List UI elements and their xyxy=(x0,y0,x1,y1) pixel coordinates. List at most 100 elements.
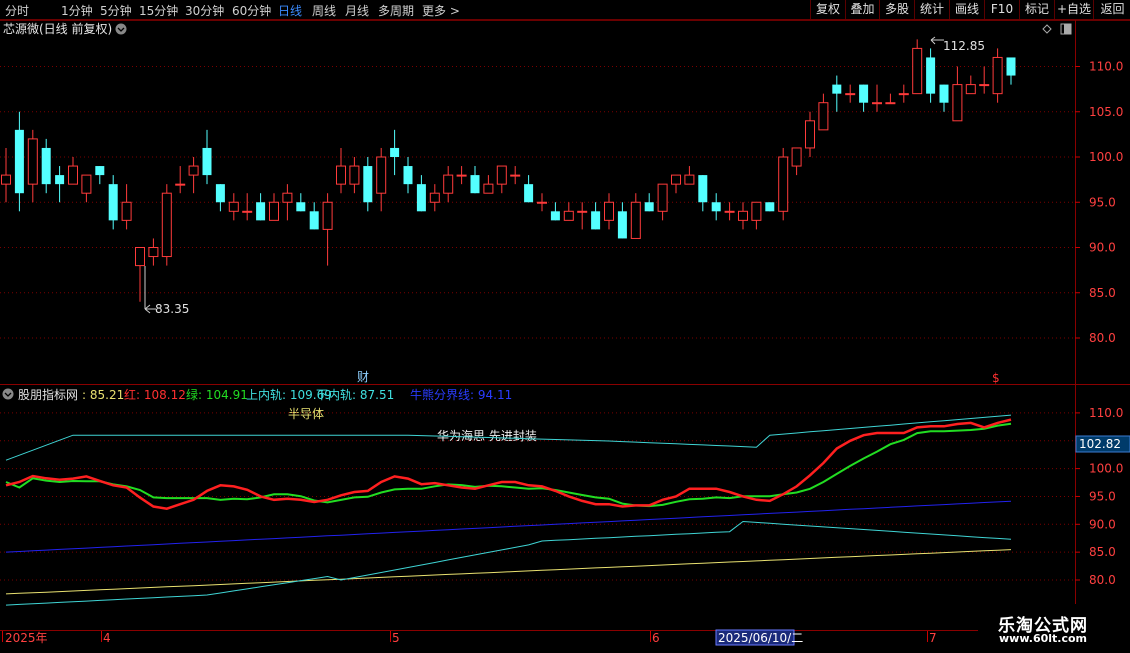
candle-body-up xyxy=(738,210,748,221)
price-axis-label: 100.0 xyxy=(1089,150,1123,164)
restore-rights-button[interactable]: 复权 xyxy=(810,0,845,19)
candle-body-up xyxy=(577,210,588,213)
diamond-icon[interactable] xyxy=(1042,24,1052,34)
candle-body-up xyxy=(778,156,789,212)
period-tab-30min[interactable]: 30分钟 xyxy=(185,2,224,19)
candle-body-up xyxy=(912,47,923,95)
candle-body-down xyxy=(256,202,266,221)
candlesticks xyxy=(1,39,1016,302)
price-axis-label: 85.0 xyxy=(1089,286,1116,300)
time-label-year: 2025年 xyxy=(5,631,48,645)
candle-body-up xyxy=(135,247,145,267)
time-cursor-label: 2025/06/10/二 xyxy=(718,631,803,645)
indicator-dropdown-icon[interactable] xyxy=(2,388,14,400)
period-toolbar: 分时 1分钟 5分钟 15分钟 30分钟 60分钟 日线 周线 月线 多周期 更… xyxy=(0,0,1130,20)
indicator-line-bull-bear-divider xyxy=(5,500,1012,553)
candle-body-up xyxy=(671,174,681,185)
price-axis-label: 90.0 xyxy=(1089,241,1116,255)
candle-body-up xyxy=(27,138,38,185)
candle-body-down xyxy=(698,175,708,203)
time-axis: 2025年 4 5 6 7 2025/06/10/二 xyxy=(2,629,937,646)
indicator-text-sector: 半导体 xyxy=(288,407,324,421)
draw-line-button[interactable]: 画线 xyxy=(949,0,984,19)
statistics-button[interactable]: 统计 xyxy=(914,0,949,19)
time-label-jun: 6 xyxy=(652,631,660,645)
period-tab-monthly[interactable]: 月线 xyxy=(345,2,369,19)
candle-body-up xyxy=(121,201,132,221)
candle-body-down xyxy=(617,211,627,239)
candle-body-up xyxy=(443,174,454,194)
price-axis-labels: 110.0 105.0 100.0 95.0 90.0 85.0 80.0 xyxy=(1089,60,1123,346)
multi-stock-button[interactable]: 多股 xyxy=(879,0,914,19)
candle-body-up xyxy=(965,84,976,95)
candle-body-up xyxy=(228,201,239,212)
candle-body-down xyxy=(296,202,306,212)
candle-body-up xyxy=(751,201,762,221)
dividend-marker[interactable]: $ xyxy=(992,371,1000,385)
candle-body-down xyxy=(95,166,105,176)
indicator-text-concepts: 华为海思 先进封装 xyxy=(437,428,537,443)
candle-body-up xyxy=(269,201,279,221)
time-label-apr: 4 xyxy=(103,631,111,645)
period-tab-60min[interactable]: 60分钟 xyxy=(232,2,271,19)
candle-body-up xyxy=(161,192,172,258)
candle-body-down xyxy=(591,211,601,230)
financial-report-marker[interactable]: 财 xyxy=(357,370,369,384)
candle-body-up xyxy=(429,192,440,203)
period-tab-more[interactable]: 更多 > xyxy=(422,2,460,19)
candle-body-down xyxy=(41,147,51,185)
period-tab-multi[interactable]: 多周期 xyxy=(378,2,414,19)
candle-body-up xyxy=(952,84,963,122)
candle-body-up xyxy=(657,183,668,212)
period-tab-weekly[interactable]: 周线 xyxy=(312,2,336,19)
candle-body-up xyxy=(483,183,494,194)
indicator-value-1: : 85.21 xyxy=(82,388,124,402)
period-tab-timeshare[interactable]: 分时 xyxy=(5,2,29,19)
candle-body-down xyxy=(939,84,949,103)
candle-body-up xyxy=(188,165,199,176)
back-button[interactable]: 返回 xyxy=(1093,0,1130,19)
add-watchlist-button[interactable]: +自选 xyxy=(1054,0,1093,19)
candle-body-up xyxy=(148,247,159,258)
candle-body-up xyxy=(885,102,896,105)
indicator-line-lower-band xyxy=(5,520,1012,606)
stock-title: 芯源微(日线 前复权) xyxy=(3,21,112,36)
candle-body-up xyxy=(872,102,882,105)
period-tab-15min[interactable]: 15分钟 xyxy=(139,2,178,19)
f10-button[interactable]: F10 xyxy=(984,0,1019,19)
candle-body-up xyxy=(791,147,802,167)
candle-body-up xyxy=(349,165,360,185)
candle-body-up xyxy=(845,93,856,96)
indicator-last-value: 102.82 xyxy=(1079,437,1121,451)
candle-body-up xyxy=(724,210,735,213)
candle-body-up xyxy=(604,201,614,221)
price-axis-label: 105.0 xyxy=(1089,105,1123,119)
period-tab-5min[interactable]: 5分钟 xyxy=(100,2,132,19)
candle-body-up xyxy=(68,165,78,185)
title-dropdown-icon[interactable] xyxy=(115,23,127,35)
price-axis-label: 80.0 xyxy=(1089,331,1116,345)
indicator-name: 股朋指标网 xyxy=(18,387,78,402)
indicator-axis-label: 110.0 xyxy=(1089,406,1123,420)
period-tab-daily[interactable]: 日线 xyxy=(278,2,302,19)
candle-body-up xyxy=(376,156,387,194)
overlay-button[interactable]: 叠加 xyxy=(845,0,879,19)
candle-body-up xyxy=(322,201,333,230)
candle-body-down xyxy=(859,84,869,103)
candle-body-down xyxy=(926,57,936,94)
indicator-divider-value: 牛熊分界线: 94.11 xyxy=(410,387,512,402)
time-label-jul: 7 xyxy=(929,631,937,645)
maximize-icon-fill xyxy=(1064,24,1071,34)
candle-body-up xyxy=(81,174,92,194)
chart-area[interactable]: 芯源微(日线 前复权) 110.0 105.0 100.0 95.0 90.0 85.0 8… xyxy=(0,20,1130,650)
period-tab-1min[interactable]: 1分钟 xyxy=(61,2,93,19)
high-price-label: 112.85 xyxy=(943,39,985,53)
low-price-label: 83.35 xyxy=(155,302,189,316)
candle-body-down xyxy=(524,184,534,203)
candle-body-down xyxy=(108,184,118,221)
price-axis-label: 110.0 xyxy=(1089,60,1123,74)
mark-button[interactable]: 标记 xyxy=(1019,0,1054,19)
indicator-grid xyxy=(0,412,1080,581)
price-axis-label: 95.0 xyxy=(1089,195,1116,209)
candle-body-up xyxy=(898,93,909,96)
